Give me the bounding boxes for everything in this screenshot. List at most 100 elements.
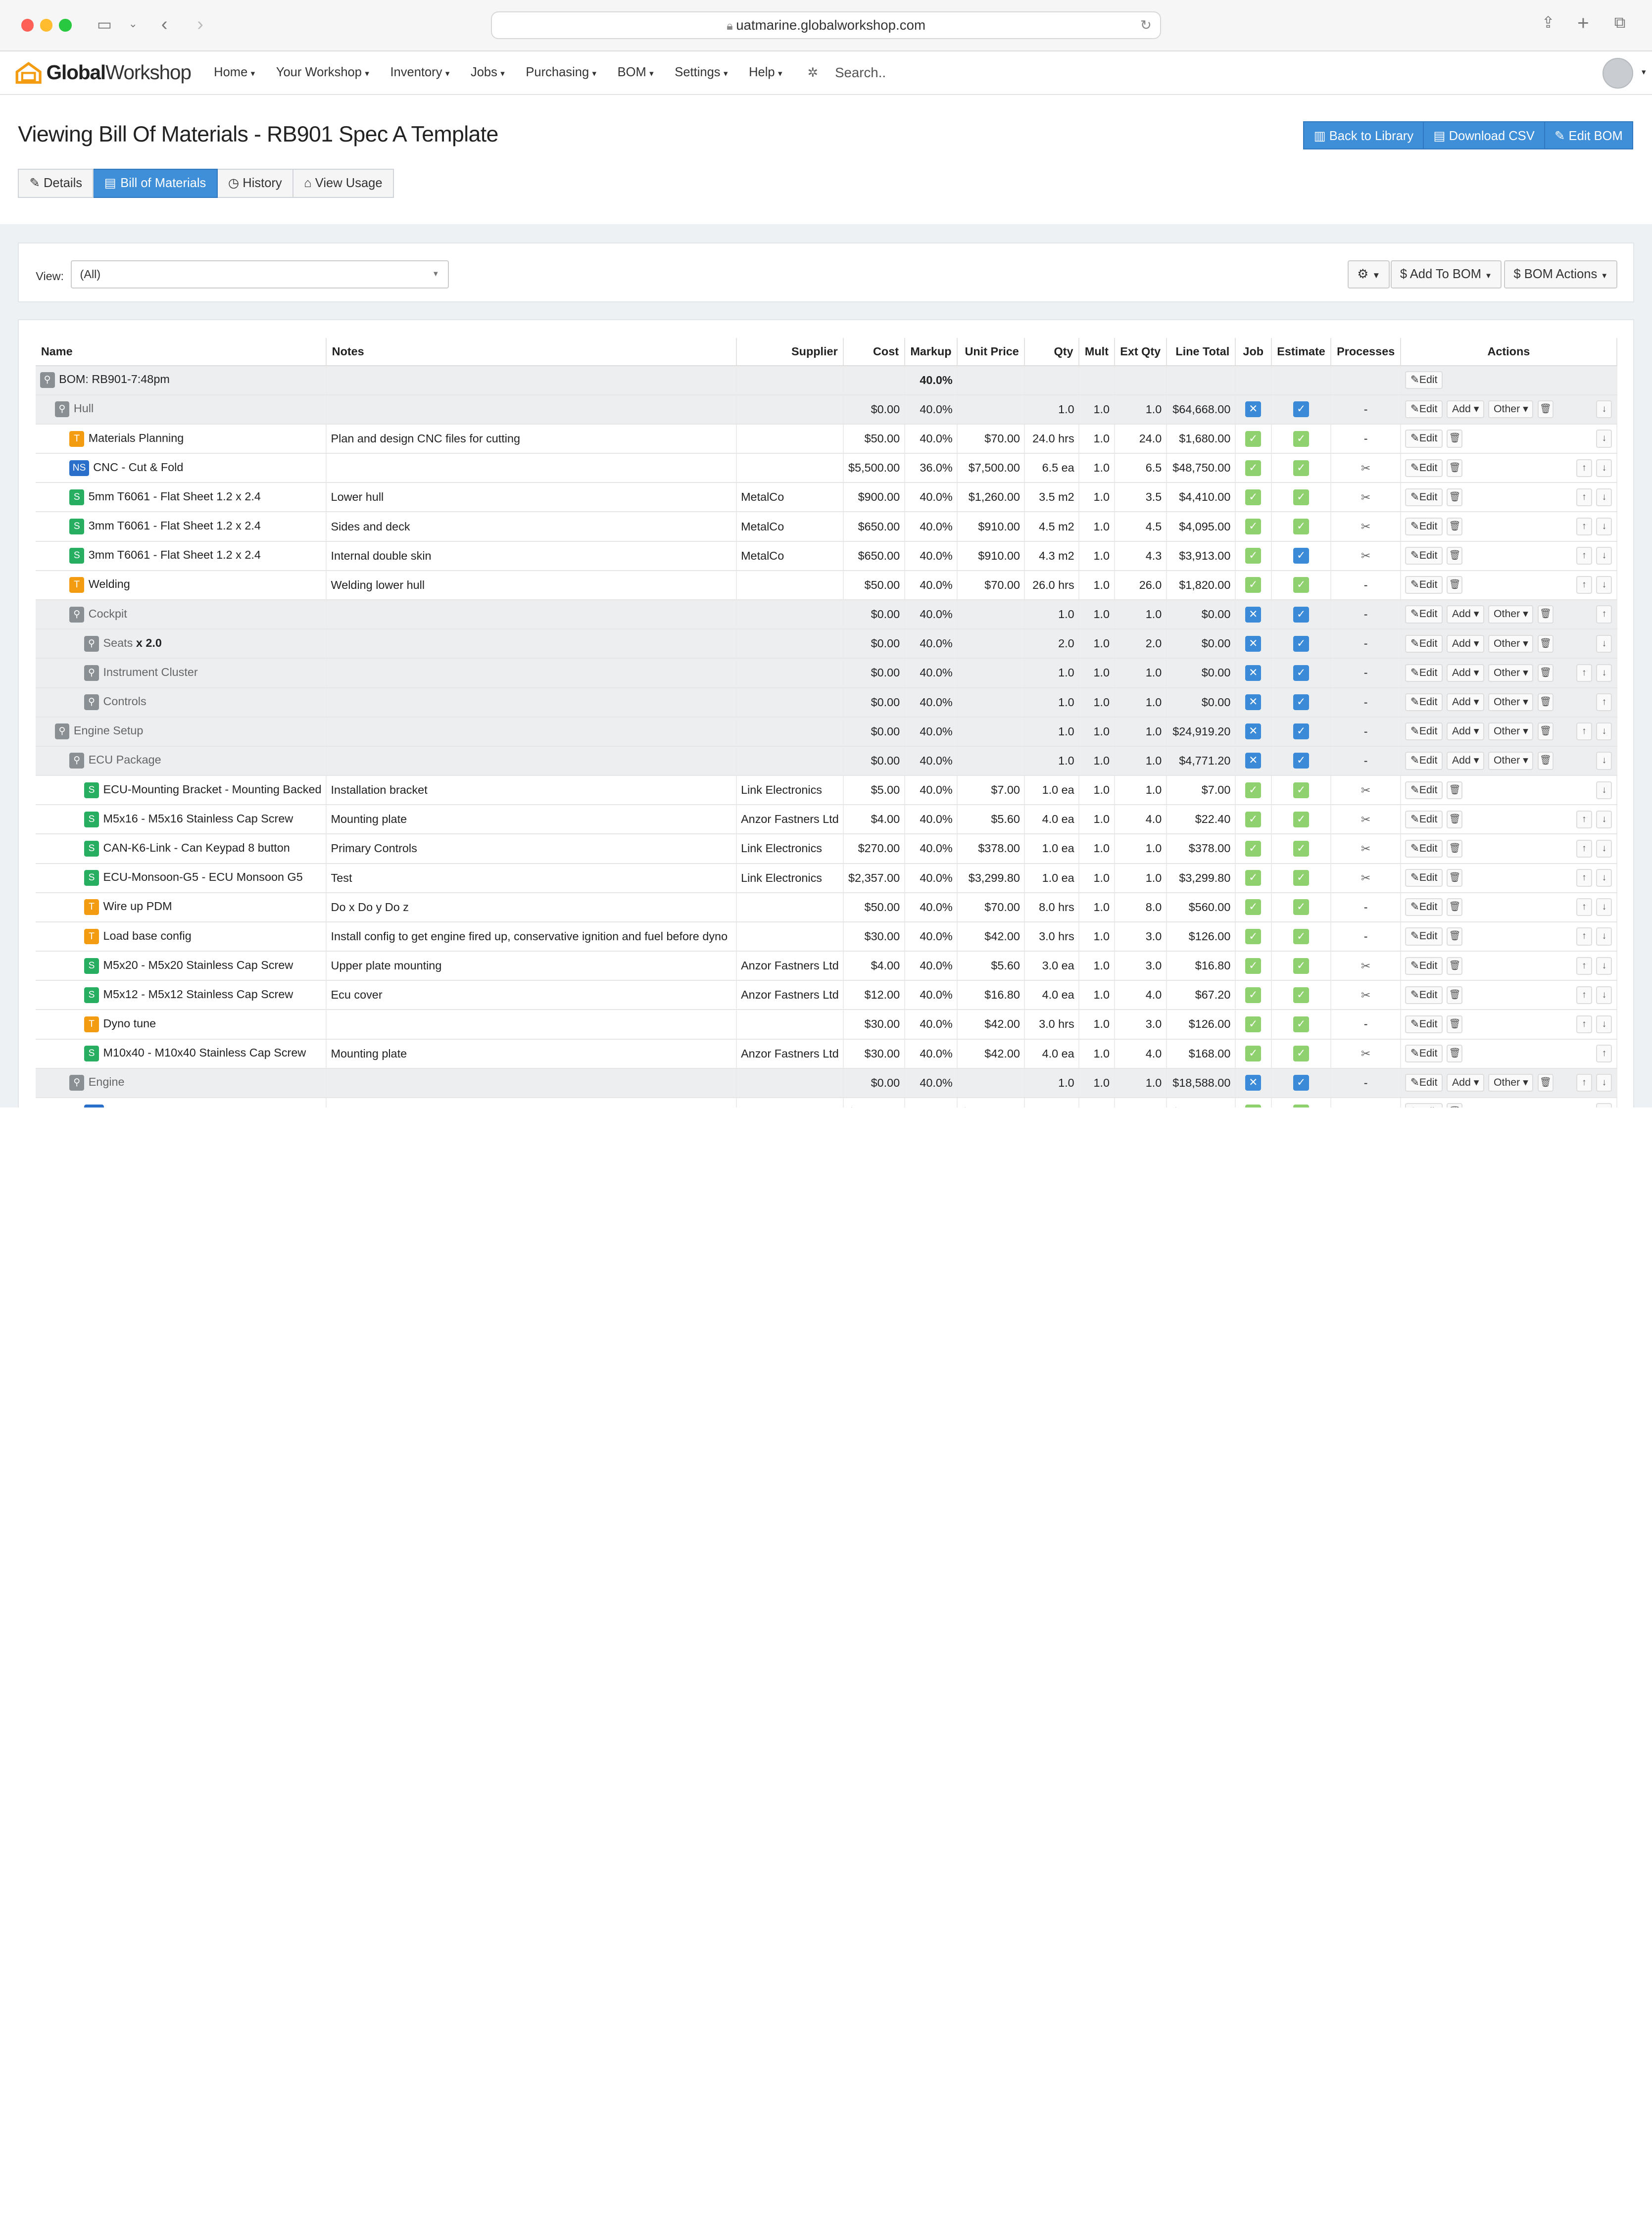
edit-button[interactable]: ✎Edit [1405,957,1443,975]
estimate-checkbox[interactable]: ✓ [1293,899,1309,915]
estimate-checkbox[interactable]: ✓ [1293,1016,1309,1032]
nav-item-bom[interactable]: BOM ▾ [618,65,654,80]
processes-icon[interactable]: ✂ [1361,462,1371,475]
tabs-overview-icon[interactable]: ⧉ [1614,14,1626,31]
move-down-icon[interactable]: ↓ [1596,781,1612,799]
job-checkbox[interactable]: ✓ [1245,958,1262,974]
tab-bill-of-materials[interactable]: ▤ Bill of Materials [94,168,218,198]
edit-button[interactable]: ✎Edit [1405,634,1443,653]
estimate-checkbox[interactable]: ✓ [1293,1046,1309,1062]
move-down-icon[interactable]: ↓ [1596,752,1612,770]
trash-icon[interactable]: 🗑︎ [1537,1074,1554,1092]
settings-dropdown-button[interactable]: ⚙ ▼ [1348,260,1390,289]
edit-button[interactable]: ✎Edit [1405,839,1443,858]
add-dropdown-button[interactable]: Add ▾ [1447,693,1484,712]
estimate-checkbox[interactable]: ✓ [1293,958,1309,974]
estimate-checkbox[interactable]: ✓ [1293,401,1309,418]
processes-icon[interactable]: ✂ [1361,960,1371,972]
job-checkbox[interactable]: ✓ [1245,840,1262,857]
job-checkbox[interactable]: ✓ [1245,782,1262,798]
tab-details[interactable]: ✎ Details [18,168,94,198]
trash-icon[interactable]: 🗑︎ [1447,1045,1463,1063]
move-down-icon[interactable]: ↓ [1596,547,1612,565]
share-icon[interactable]: ⇪ [1542,14,1555,31]
nav-item-inventory[interactable]: Inventory ▾ [390,65,449,80]
trash-icon[interactable]: 🗑︎ [1447,517,1463,536]
move-up-icon[interactable]: ↑ [1576,664,1592,682]
move-up-icon[interactable]: ↑ [1576,459,1592,477]
app-logo[interactable]: Global Workshop [15,61,192,84]
add-dropdown-button[interactable]: Add ▾ [1447,634,1484,653]
new-tab-icon[interactable]: + [1577,12,1589,33]
tab-view-usage[interactable]: ⌂ View Usage [293,168,394,198]
trash-icon[interactable]: 🗑︎ [1447,839,1463,858]
trash-icon[interactable]: 🗑︎ [1447,781,1463,799]
move-up-icon[interactable]: ↑ [1596,693,1612,712]
move-up-icon[interactable]: ↑ [1576,722,1592,741]
job-checkbox[interactable]: ✓ [1245,519,1262,535]
move-up-icon[interactable]: ↑ [1596,1045,1612,1063]
forward-icon[interactable]: › [197,14,203,34]
add-to-bom-button[interactable]: $ Add To BOM ▼ [1390,260,1502,289]
move-down-icon[interactable]: ↓ [1596,839,1612,858]
bom-actions-button[interactable]: $ BOM Actions ▼ [1504,260,1618,289]
estimate-checkbox[interactable]: ✓ [1293,489,1309,505]
add-dropdown-button[interactable]: Add ▾ [1447,722,1484,741]
reload-icon[interactable]: ↻ [1140,12,1152,38]
processes-icon[interactable]: ✂ [1361,871,1371,884]
move-down-icon[interactable]: ↓ [1596,400,1612,419]
job-checkbox[interactable]: ✕ [1245,665,1262,681]
job-checkbox[interactable]: ✕ [1245,635,1262,652]
trash-icon[interactable]: 🗑︎ [1447,927,1463,946]
job-checkbox[interactable]: ✓ [1245,489,1262,505]
edit-button[interactable]: ✎Edit [1405,693,1443,712]
edit-button[interactable]: ✎Edit [1405,371,1443,389]
job-checkbox[interactable]: ✕ [1245,753,1262,769]
move-down-icon[interactable]: ↓ [1596,1103,1612,1108]
move-down-icon[interactable]: ↓ [1596,810,1612,828]
trash-icon[interactable]: 🗑︎ [1537,752,1554,770]
estimate-checkbox[interactable]: ✓ [1293,987,1309,1003]
edit-button[interactable]: ✎Edit [1405,1045,1443,1063]
job-checkbox[interactable]: ✓ [1245,870,1262,886]
processes-icon[interactable]: ✂ [1361,784,1371,797]
nav-item-home[interactable]: Home ▾ [214,65,255,80]
nav-item-purchasing[interactable]: Purchasing ▾ [526,65,596,80]
edit-button[interactable]: ✎Edit [1405,517,1443,536]
edit-button[interactable]: ✎Edit [1405,898,1443,916]
user-avatar[interactable] [1603,58,1633,89]
address-bar[interactable]: 🔒︎ uatmarine.globalworkshop.com ↻ [491,11,1162,39]
estimate-checkbox[interactable]: ✓ [1293,840,1309,857]
other-dropdown-button[interactable]: Other ▾ [1488,664,1534,682]
download-csv-button[interactable]: ▤ Download CSV [1423,121,1544,150]
edit-button[interactable]: ✎Edit [1405,752,1443,770]
trash-icon[interactable]: 🗑︎ [1537,722,1554,741]
estimate-checkbox[interactable]: ✓ [1293,1075,1309,1091]
estimate-checkbox[interactable]: ✓ [1293,460,1309,476]
processes-icon[interactable]: ✂ [1361,842,1371,855]
estimate-checkbox[interactable]: ✓ [1293,519,1309,535]
edit-button[interactable]: ✎Edit [1405,781,1443,799]
other-dropdown-button[interactable]: Other ▾ [1488,1074,1534,1092]
move-down-icon[interactable]: ↓ [1596,517,1612,536]
close-window-button[interactable] [21,19,34,32]
job-checkbox[interactable]: ✓ [1245,1046,1262,1062]
edit-button[interactable]: ✎Edit [1405,1015,1443,1034]
edit-button[interactable]: ✎Edit [1405,869,1443,887]
move-up-icon[interactable]: ↑ [1576,869,1592,887]
job-checkbox[interactable]: ✕ [1245,1075,1262,1091]
add-dropdown-button[interactable]: Add ▾ [1447,605,1484,624]
trash-icon[interactable]: 🗑︎ [1447,957,1463,975]
trash-icon[interactable]: 🗑︎ [1447,869,1463,887]
job-checkbox[interactable]: ✕ [1245,401,1262,418]
estimate-checkbox[interactable]: ✓ [1293,723,1309,740]
chevron-down-icon[interactable]: ▾ [1642,67,1646,77]
move-up-icon[interactable]: ↑ [1576,810,1592,828]
processes-icon[interactable]: ✂ [1361,549,1371,562]
job-checkbox[interactable]: ✓ [1245,928,1262,945]
job-checkbox[interactable]: ✓ [1245,577,1262,593]
move-up-icon[interactable]: ↑ [1576,957,1592,975]
trash-icon[interactable]: 🗑︎ [1537,664,1554,682]
edit-button[interactable]: ✎Edit [1405,927,1443,946]
edit-button[interactable]: ✎Edit [1405,459,1443,477]
